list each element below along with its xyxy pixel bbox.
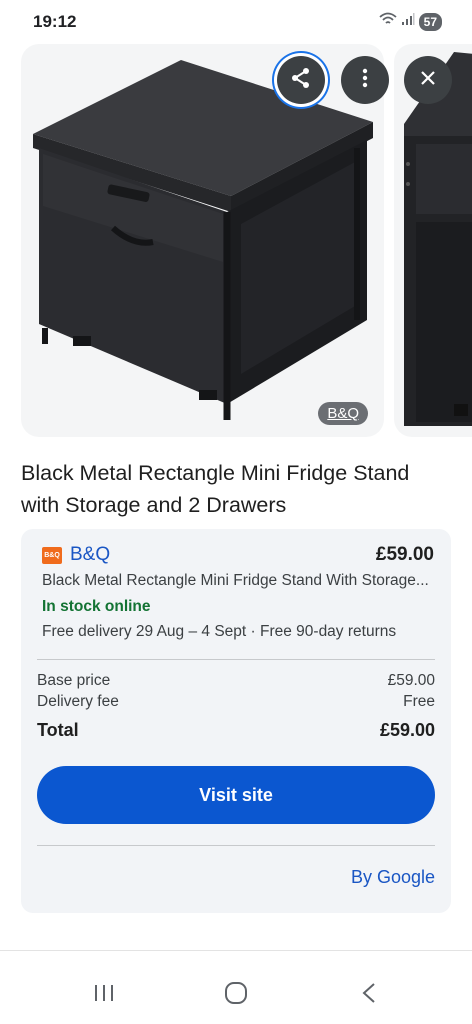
base-price-label: Base price [37,672,111,689]
base-price-value: £59.00 [387,672,435,689]
back-button[interactable] [354,980,384,1010]
visit-site-button[interactable]: Visit site [37,766,435,824]
by-google-link[interactable]: By Google [351,867,435,888]
offer-description: Black Metal Rectangle Mini Fridge Stand … [42,572,429,589]
more-options-button[interactable] [341,56,389,104]
divider [37,845,435,846]
more-vert-icon [362,68,368,93]
offer-card: B&Q B&Q £59.00 Black Metal Rectangle Min… [21,529,451,913]
close-icon [420,70,436,91]
signal-icon [401,12,415,31]
share-button[interactable] [277,56,325,104]
product-title: Black Metal Rectangle Mini Fridge Stand … [21,461,410,517]
merchant-logo: B&Q [42,546,62,564]
delivery-fee-value: Free [403,693,435,710]
home-button[interactable] [221,980,251,1010]
status-bar: 19:12 57 [0,0,472,44]
status-time: 19:12 [33,12,77,31]
wifi-icon [379,12,397,31]
image-carousel[interactable]: B&Q [0,44,472,437]
total-value: £59.00 [379,720,435,740]
stock-status: In stock online [42,598,151,615]
close-button[interactable] [404,56,452,104]
recents-icon [93,983,115,1008]
total-row: Total £59.00 [37,720,435,741]
delivery-fee-label: Delivery fee [37,693,119,710]
base-price-row: Base price £59.00 [37,672,435,690]
merchant-row[interactable]: B&Q B&Q £59.00 [42,541,434,569]
home-icon [224,981,248,1010]
delivery-info: Free delivery 29 Aug – 4 Sept · Free 90-… [42,623,397,640]
total-label: Total [37,720,79,740]
product-image[interactable]: B&Q [21,44,384,437]
delivery-fee-row: Delivery fee Free [37,693,435,711]
divider [37,659,435,660]
source-badge[interactable]: B&Q [318,402,368,425]
recents-button[interactable] [89,980,119,1010]
fridge-stand-illustration [33,60,373,420]
status-icons: 57 [379,12,442,31]
battery-icon: 57 [418,12,442,31]
offer-price: £59.00 [375,544,434,565]
share-icon [290,67,312,94]
nav-divider [0,950,472,951]
merchant-name[interactable]: B&Q [70,544,110,566]
system-nav-bar [0,960,472,1024]
back-icon [361,982,377,1009]
